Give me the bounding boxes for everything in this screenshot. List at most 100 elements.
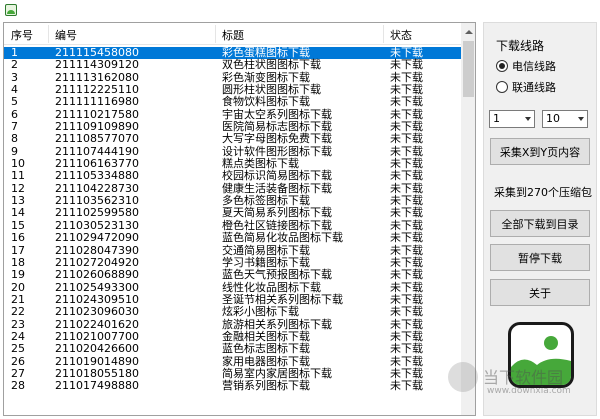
row-number: 211102599580 xyxy=(55,206,139,220)
row-title: 蓝色天气预报图标下载 xyxy=(222,268,332,282)
row-status: 未下载 xyxy=(390,329,423,343)
row-number: 211029472090 xyxy=(55,231,139,245)
row-status: 未下载 xyxy=(390,255,423,269)
row-title: 蓝色简易化妆品图标下载 xyxy=(222,231,343,245)
column-header-title[interactable]: 标题 xyxy=(222,27,244,43)
radio-unicom[interactable]: 联通线路 xyxy=(496,79,556,95)
row-index: 22 xyxy=(11,305,25,319)
table-row[interactable]: 14 211102599580 夏天简易系列图标下载 未下载 xyxy=(4,207,461,219)
row-title: 炫彩小图标下载 xyxy=(222,305,299,319)
row-number: 211109109890 xyxy=(55,120,139,134)
table-row[interactable]: 8 211108577070 大写字母图标免费下载 未下载 xyxy=(4,133,461,145)
table-row[interactable]: 2 211114309120 双色柱状图图标下载 未下载 xyxy=(4,59,461,71)
row-index: 1 xyxy=(11,46,18,59)
row-title: 夏天简易系列图标下载 xyxy=(222,206,332,220)
row-status: 未下载 xyxy=(390,181,423,195)
row-number: 211113162080 xyxy=(55,70,139,84)
row-index: 16 xyxy=(11,231,25,245)
row-status: 未下载 xyxy=(390,46,423,59)
radio-telecom[interactable]: 电信线路 xyxy=(496,58,556,74)
row-index: 20 xyxy=(11,280,25,294)
row-index: 26 xyxy=(11,354,25,368)
row-title: 双色柱状图图标下载 xyxy=(222,58,321,72)
row-index: 21 xyxy=(11,292,25,306)
row-status: 未下载 xyxy=(390,132,423,146)
row-index: 2 xyxy=(11,58,18,72)
row-number: 211030523130 xyxy=(55,218,139,232)
row-title: 大写字母图标免费下载 xyxy=(222,132,332,146)
column-separator[interactable] xyxy=(48,25,49,43)
scroll-up-button[interactable] xyxy=(461,23,475,40)
row-number: 211021007700 xyxy=(55,329,139,343)
row-index: 23 xyxy=(11,317,25,331)
collect-pages-button[interactable]: 采集X到Y页内容 xyxy=(490,138,590,165)
row-title: 食物饮料图标下载 xyxy=(222,95,310,109)
row-index: 19 xyxy=(11,268,25,282)
row-status: 未下载 xyxy=(390,157,423,171)
watermark-logo-icon xyxy=(448,362,478,392)
column-header-index[interactable]: 序号 xyxy=(11,27,33,43)
row-status: 未下载 xyxy=(390,194,423,208)
row-status: 未下载 xyxy=(390,280,423,294)
row-number: 211108577070 xyxy=(55,132,139,146)
row-index: 9 xyxy=(11,144,18,158)
row-number: 211020426600 xyxy=(55,342,139,356)
page-to-select[interactable]: 10 xyxy=(542,110,588,128)
download-all-button[interactable]: 全部下载到目录 xyxy=(490,210,590,237)
table-row[interactable]: 22 211023096030 炫彩小图标下载 未下载 xyxy=(4,306,461,318)
page-from-select[interactable]: 1 xyxy=(489,110,535,128)
radio-unicom-label: 联通线路 xyxy=(512,81,556,94)
row-title: 旅游相关系列图标下载 xyxy=(222,317,332,331)
table-row[interactable]: 11 211105334880 校园标识简易图标下载 未下载 xyxy=(4,170,461,182)
row-status: 未下载 xyxy=(390,169,423,183)
radio-selected-icon xyxy=(496,60,508,72)
row-number: 211105334880 xyxy=(55,169,139,183)
row-index: 3 xyxy=(11,70,18,84)
row-number: 211106163770 xyxy=(55,157,139,171)
download-list[interactable]: 序号 编号 标题 状态 1 211115458080 彩色蛋糕图标下载 未下载 2 211… xyxy=(3,22,476,416)
row-index: 18 xyxy=(11,255,25,269)
row-status: 未下载 xyxy=(390,342,423,356)
row-status: 未下载 xyxy=(390,95,423,109)
row-status: 未下载 xyxy=(390,317,423,331)
column-header-number[interactable]: 编号 xyxy=(55,27,77,43)
chevron-down-icon xyxy=(578,117,584,121)
row-title: 家用电器图标下载 xyxy=(222,354,310,368)
row-status: 未下载 xyxy=(390,120,423,134)
scroll-thumb[interactable] xyxy=(463,41,474,97)
table-row[interactable]: 17 211028047390 交通简易图标下载 未下载 xyxy=(4,243,461,257)
collected-count-text: 采集到270个压缩包 xyxy=(494,186,592,199)
row-number: 211023096030 xyxy=(55,305,139,319)
table-row[interactable]: 5 211111116980 食物饮料图标下载 未下载 xyxy=(4,96,461,108)
row-number: 211115458080 xyxy=(55,46,139,59)
column-separator[interactable] xyxy=(215,25,216,43)
list-rows: 1 211115458080 彩色蛋糕图标下载 未下载 2 211114309120 双色柱… xyxy=(4,47,461,393)
table-row[interactable]: 19 211026068890 蓝色天气预报图标下载 未下载 xyxy=(4,269,461,281)
table-row[interactable]: 28 211017498880 营销系列图标下载 未下载 xyxy=(4,380,461,392)
row-status: 未下载 xyxy=(390,243,423,257)
pause-download-button[interactable]: 暂停下载 xyxy=(490,244,590,271)
row-number: 211017498880 xyxy=(55,379,139,393)
row-index: 15 xyxy=(11,218,25,232)
row-title: 彩色渐变图标下载 xyxy=(222,70,310,84)
table-row[interactable]: 16 211029472090 蓝色简易化妆品图标下载 未下载 xyxy=(4,232,461,244)
vertical-scrollbar[interactable] xyxy=(461,23,475,415)
row-number: 211028047390 xyxy=(55,243,139,257)
row-number: 211018055180 xyxy=(55,366,139,380)
row-number: 211019014890 xyxy=(55,354,139,368)
row-title: 宇宙太空系列图标下载 xyxy=(222,107,332,121)
about-button[interactable]: 关于 xyxy=(490,279,590,306)
row-index: 10 xyxy=(11,157,25,171)
row-title: 营销系列图标下载 xyxy=(222,379,310,393)
row-status: 未下载 xyxy=(390,218,423,232)
table-row[interactable]: 25 211020426600 蓝色标志图标下载 未下载 xyxy=(4,343,461,355)
row-number: 211024309510 xyxy=(55,292,139,306)
row-index: 24 xyxy=(11,329,25,343)
row-index: 17 xyxy=(11,243,25,257)
column-separator[interactable] xyxy=(383,25,384,43)
row-status: 未下载 xyxy=(390,144,423,158)
list-header: 序号 编号 标题 状态 xyxy=(4,23,461,45)
row-index: 11 xyxy=(11,169,25,183)
row-number: 211110217580 xyxy=(55,107,139,121)
column-header-status[interactable]: 状态 xyxy=(390,27,412,43)
